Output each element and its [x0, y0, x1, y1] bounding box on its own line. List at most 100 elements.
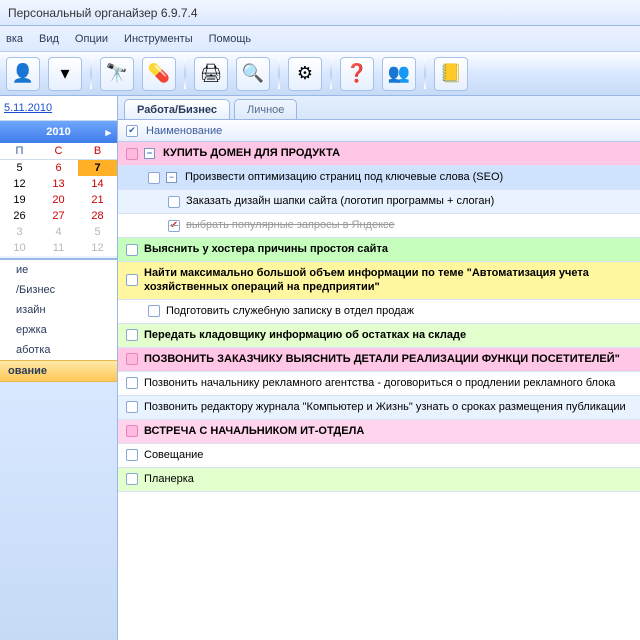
- task-checkbox[interactable]: [126, 329, 138, 341]
- menu-item[interactable]: Опции: [75, 33, 108, 45]
- help-icon[interactable]: ❓: [340, 57, 374, 91]
- calendar-day[interactable]: 4: [39, 224, 78, 240]
- funnel-icon[interactable]: ▾: [48, 57, 82, 91]
- task-label: Выяснить у хостера причины простоя сайта: [144, 242, 634, 256]
- task-label: ВСТРЕЧА С НАЧАЛЬНИКОМ ИТ-ОТДЕЛА: [144, 424, 634, 438]
- task-checkbox[interactable]: [126, 274, 138, 286]
- preview-icon[interactable]: 🔍: [236, 57, 270, 91]
- task-row[interactable]: ПОЗВОНИТЬ ЗАКАЗЧИКУ ВЫЯСНИТЬ ДЕТАЛИ РЕАЛ…: [118, 348, 640, 372]
- menu-item[interactable]: вка: [6, 33, 23, 45]
- calendar-day[interactable]: 5: [78, 224, 117, 240]
- task-checkbox[interactable]: [126, 244, 138, 256]
- calendar-day[interactable]: 27: [39, 208, 78, 224]
- task-label: Подготовить служебную записку в отдел пр…: [166, 304, 634, 318]
- app-title: Персональный органайзер 6.9.7.4: [8, 6, 198, 20]
- task-checkbox[interactable]: [148, 172, 160, 184]
- task-label: Позвонить начальнику рекламного агентств…: [144, 376, 634, 390]
- task-row[interactable]: Найти максимально большой объем информац…: [118, 262, 640, 300]
- tree-toggle-icon[interactable]: −: [144, 148, 155, 159]
- task-checkbox[interactable]: [126, 377, 138, 389]
- task-label: Передать кладовщику информацию об остатк…: [144, 328, 634, 342]
- task-row[interactable]: Позвонить редактору журнала "Компьютер и…: [118, 396, 640, 420]
- gear-icon[interactable]: ⚙: [288, 57, 322, 91]
- category-item[interactable]: аботка: [0, 340, 117, 360]
- calendar-day[interactable]: 26: [0, 208, 39, 224]
- task-row[interactable]: Выяснить у хостера причины простоя сайта: [118, 238, 640, 262]
- calendar-day[interactable]: 13: [39, 176, 78, 192]
- menu-item[interactable]: Помощь: [209, 33, 252, 45]
- task-checkbox[interactable]: [168, 220, 180, 232]
- task-row[interactable]: ВСТРЕЧА С НАЧАЛЬНИКОМ ИТ-ОТДЕЛА: [118, 420, 640, 444]
- calendar-day[interactable]: 28: [78, 208, 117, 224]
- menu-bar: вка Вид Опции Инструменты Помощь: [0, 26, 640, 52]
- tabs: Работа/Бизнес Личное: [118, 96, 640, 120]
- column-header[interactable]: ✔ Наименование: [118, 120, 640, 142]
- task-row[interactable]: Позвонить начальнику рекламного агентств…: [118, 372, 640, 396]
- select-all-checkbox[interactable]: ✔: [126, 125, 138, 137]
- category-item[interactable]: /Бизнес: [0, 280, 117, 300]
- task-checkbox[interactable]: [126, 425, 138, 437]
- printer-icon[interactable]: 🖨: [194, 57, 228, 91]
- calendar-day[interactable]: 7: [78, 160, 117, 177]
- category-item[interactable]: ержка: [0, 320, 117, 340]
- task-label: Планерка: [144, 472, 634, 486]
- calendar-day[interactable]: 11: [39, 240, 78, 256]
- calendar[interactable]: П С В 567121314192021262728345101112: [0, 143, 117, 256]
- task-label: Произвести оптимизацию страниц под ключе…: [185, 170, 634, 184]
- calendar-day[interactable]: 6: [39, 160, 78, 177]
- task-label: Позвонить редактору журнала "Компьютер и…: [144, 400, 634, 414]
- calendar-day[interactable]: 14: [78, 176, 117, 192]
- task-row[interactable]: выбрать популярные запросы в Яндексе: [118, 214, 640, 238]
- calendar-day[interactable]: 10: [0, 240, 39, 256]
- task-label: Совещание: [144, 448, 634, 462]
- column-title: Наименование: [146, 125, 222, 137]
- calendar-day[interactable]: 3: [0, 224, 39, 240]
- menu-item[interactable]: Инструменты: [124, 33, 193, 45]
- category-selected[interactable]: ование: [0, 360, 117, 382]
- task-checkbox[interactable]: [126, 401, 138, 413]
- pill-icon[interactable]: 💊: [142, 57, 176, 91]
- calendar-day[interactable]: 21: [78, 192, 117, 208]
- calendar-day[interactable]: 12: [0, 176, 39, 192]
- calendar-month-header[interactable]: 2010 ▸: [0, 121, 117, 143]
- category-item[interactable]: изайн: [0, 300, 117, 320]
- category-item[interactable]: ие: [0, 260, 117, 280]
- task-checkbox[interactable]: [126, 473, 138, 485]
- task-label: Заказать дизайн шапки сайта (логотип про…: [186, 194, 634, 208]
- task-label: Найти максимально большой объем информац…: [144, 266, 634, 295]
- task-checkbox[interactable]: [168, 196, 180, 208]
- binoculars-icon[interactable]: 🔭: [100, 57, 134, 91]
- tree-toggle-icon[interactable]: −: [166, 172, 177, 183]
- task-label: ПОЗВОНИТЬ ЗАКАЗЧИКУ ВЫЯСНИТЬ ДЕТАЛИ РЕАЛ…: [144, 352, 634, 366]
- task-row[interactable]: −Произвести оптимизацию страниц под ключ…: [118, 166, 640, 190]
- sidebar: 5.11.2010 2010 ▸ П С В 56712131419202126…: [0, 96, 118, 640]
- chevron-right-icon[interactable]: ▸: [105, 126, 111, 139]
- user-icon[interactable]: 👤: [6, 57, 40, 91]
- people-icon[interactable]: 👥: [382, 57, 416, 91]
- calendar-day[interactable]: 19: [0, 192, 39, 208]
- notepad-icon[interactable]: 📒: [434, 57, 468, 91]
- current-date-link[interactable]: 5.11.2010: [0, 96, 117, 121]
- calendar-day[interactable]: 5: [0, 160, 39, 177]
- task-row[interactable]: Заказать дизайн шапки сайта (логотип про…: [118, 190, 640, 214]
- task-row[interactable]: −КУПИТЬ ДОМЕН ДЛЯ ПРОДУКТА: [118, 142, 640, 166]
- task-list[interactable]: −КУПИТЬ ДОМЕН ДЛЯ ПРОДУКТА−Произвести оп…: [118, 142, 640, 640]
- task-checkbox[interactable]: [126, 148, 138, 160]
- menu-item[interactable]: Вид: [39, 33, 59, 45]
- task-label: КУПИТЬ ДОМЕН ДЛЯ ПРОДУКТА: [163, 146, 634, 160]
- tab-personal[interactable]: Личное: [234, 99, 297, 119]
- task-row[interactable]: Планерка: [118, 468, 640, 492]
- tab-work[interactable]: Работа/Бизнес: [124, 99, 230, 119]
- task-row[interactable]: Совещание: [118, 444, 640, 468]
- content-area: Работа/Бизнес Личное ✔ Наименование −КУП…: [118, 96, 640, 640]
- task-checkbox[interactable]: [126, 353, 138, 365]
- calendar-day[interactable]: 20: [39, 192, 78, 208]
- task-checkbox[interactable]: [148, 305, 160, 317]
- calendar-day[interactable]: 12: [78, 240, 117, 256]
- task-checkbox[interactable]: [126, 449, 138, 461]
- task-row[interactable]: Подготовить служебную записку в отдел пр…: [118, 300, 640, 324]
- task-label: выбрать популярные запросы в Яндексе: [186, 218, 634, 232]
- task-row[interactable]: Передать кладовщику информацию об остатк…: [118, 324, 640, 348]
- toolbar: 👤 ▾ 🔭 💊 🖨 🔍 ⚙ ❓ 👥 📒: [0, 52, 640, 96]
- title-bar: Персональный органайзер 6.9.7.4: [0, 0, 640, 26]
